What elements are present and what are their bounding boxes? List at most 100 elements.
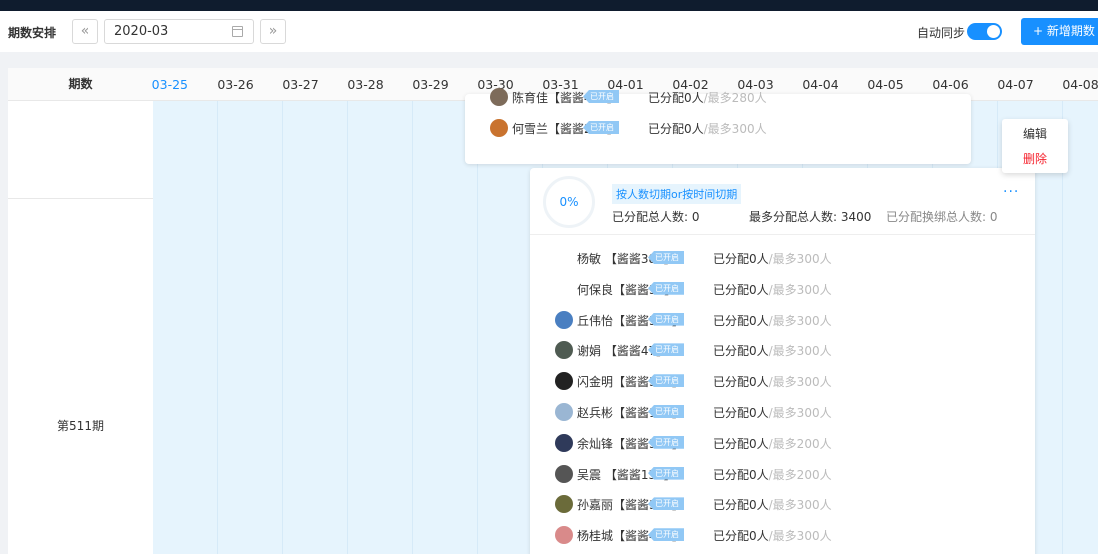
avatar [490,88,508,106]
avatar [555,433,573,452]
day-column-03-26[interactable] [218,101,283,554]
card-divider [530,234,1035,235]
day-header-03-29: 03-29 [412,77,449,92]
max-value: /最多200人 [768,436,832,451]
spacer [0,52,1098,68]
status-badge: 已开启 [648,497,684,511]
progress-ring: 0% [543,176,595,228]
assigned-value: 已分配0人 [713,467,769,482]
month-input[interactable] [114,24,224,39]
avatar [555,372,573,391]
avatar [555,464,573,483]
auto-sync-label: 自动同步 [917,26,966,40]
assigned-count: 已分配0人/最多300人 [648,120,767,137]
assigned-count: 已分配0人/最多300人 [713,373,832,390]
status-badge: 已开启 [648,312,684,326]
status-badge: 已开启 [648,405,684,418]
row-divider [8,198,153,199]
status-badge: 已开启 [648,251,684,264]
assigned-count: 已分配0人/最多300人 [713,496,832,513]
context-menu: 编辑 删除 [1002,119,1068,173]
avatar [555,403,573,421]
prev-month-button[interactable]: « [72,19,98,44]
day-column-03-27[interactable] [283,101,348,554]
max-total: 最多分配总人数: 3400 [749,210,872,224]
period-card-previous[interactable]: 陈育佳【酱酱486】 已开启 已分配0人/最多280人 何雪兰【酱酱234】 已开启 已分… [465,88,971,164]
assigned-count: 已分配0人/最多200人 [713,435,832,452]
day-header-04-08: 04-08 [1062,77,1098,92]
max-value: /最多300人 [768,498,832,513]
month-picker[interactable] [104,19,254,44]
avatar [555,495,573,514]
delete-menu-item[interactable]: 删除 [1002,150,1068,167]
max-value: /最多300人 [768,344,832,359]
toggle-knob [987,25,1000,38]
assigned-value: 已分配0人 [713,313,769,328]
max-value: /最多300人 [703,122,767,136]
assigned-value: 已分配0人 [648,91,704,105]
status-badge: 已开启 [648,466,684,480]
period-card-511[interactable]: 0% 按人数切期or按时间切期 已分配总人数: 0 最多分配总人数: 3400 … [530,168,1035,554]
assigned-count: 已分配0人/最多300人 [713,250,832,267]
avatar [555,341,573,360]
assigned-value: 已分配0人 [713,406,769,420]
max-value: /最多300人 [768,406,832,420]
status-badge: 已开启 [583,121,619,134]
more-icon[interactable]: ··· [1003,184,1019,200]
assigned-count: 已分配0人/最多300人 [713,281,832,298]
status-badge: 已开启 [648,435,684,449]
period-column-header: 期数 [68,77,93,91]
edit-menu-item[interactable]: 编辑 [1002,125,1068,142]
status-badge: 已开启 [648,528,684,542]
status-badge: 已开启 [583,90,619,103]
next-month-button[interactable]: » [260,19,286,44]
day-header-04-07: 04-07 [997,77,1034,92]
bound-total: 已分配换绑总人数: 0 [886,210,998,224]
assigned-value: 已分配0人 [713,529,769,544]
assigned-value: 已分配0人 [648,122,704,136]
status-badge: 已开启 [648,343,684,357]
assigned-count: 已分配0人/最多300人 [713,342,832,359]
day-header-03-28: 03-28 [347,77,384,92]
status-badge: 已开启 [648,374,684,388]
day-column-04-08[interactable] [1063,101,1098,554]
day-column-03-25[interactable] [153,101,218,554]
window-top-bar [0,0,1098,11]
assigned-count: 已分配0人/最多300人 [713,404,832,421]
assigned-count: 已分配0人/最多200人 [713,466,832,483]
assigned-value: 已分配0人 [713,498,769,513]
max-value: /最多280人 [703,91,767,105]
assigned-value: 已分配0人 [713,252,769,266]
day-header-03-25: 03-25 [151,77,188,92]
page-title: 期数安排 [8,26,57,40]
day-column-03-29[interactable] [413,101,478,554]
assigned-count: 已分配0人/最多300人 [713,312,832,329]
calendar-icon[interactable] [232,26,243,37]
max-value: /最多300人 [768,375,832,390]
max-value: /最多300人 [768,529,832,544]
max-value: /最多200人 [768,467,832,482]
assigned-count: 已分配0人/最多280人 [648,89,767,106]
avatar [555,526,573,545]
day-header-03-26: 03-26 [217,77,254,92]
avatar [555,310,573,329]
period-column: 第511期 [8,101,153,554]
status-badge: 已开启 [648,281,684,295]
add-period-button[interactable]: + 新增期数 [1021,18,1098,45]
assigned-total: 已分配总人数: 0 [612,210,700,224]
period-label[interactable]: 第511期 [8,417,153,434]
assigned-value: 已分配0人 [713,282,769,297]
max-value: /最多300人 [768,252,832,266]
max-value: /最多300人 [768,313,832,328]
assigned-value: 已分配0人 [713,344,769,359]
day-header-03-27: 03-27 [282,77,319,92]
max-value: /最多300人 [768,282,832,297]
split-mode-tag: 按人数切期or按时间切期 [612,184,742,204]
toolbar: 期数安排 « » 自动同步 + 新增期数 [0,11,1098,52]
day-column-03-28[interactable] [348,101,413,554]
auto-sync-toggle[interactable] [967,23,1002,40]
assigned-value: 已分配0人 [713,436,769,451]
avatar [490,119,508,137]
schedule-grid: 期数 03-25 03-26 03-27 03-28 03-29 03-30 03-31 04… [8,68,1098,554]
assigned-value: 已分配0人 [713,375,769,390]
